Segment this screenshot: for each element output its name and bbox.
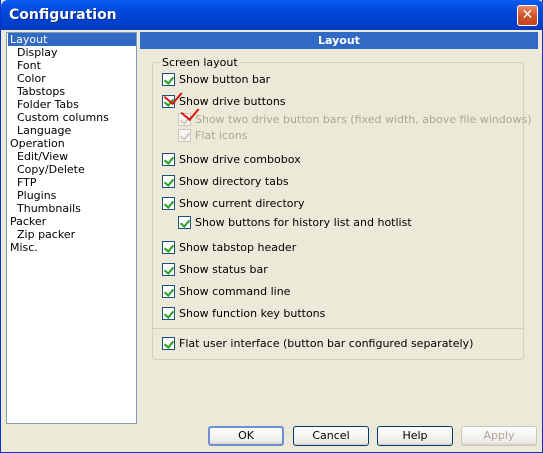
- close-icon[interactable]: ✕: [517, 5, 538, 26]
- tree-item-display[interactable]: Display: [15, 46, 60, 59]
- checkbox-box[interactable]: [178, 216, 191, 229]
- configuration-window: Configuration ✕ Layout Display Font Colo…: [0, 0, 543, 453]
- checkbox-label: Show directory tabs: [179, 175, 289, 188]
- checkbox-box[interactable]: [162, 337, 175, 350]
- checkbox-label: Show buttons for history list and hotlis…: [195, 216, 412, 229]
- group-title: Screen layout: [159, 56, 241, 69]
- checkbox-box[interactable]: [162, 263, 175, 276]
- checkbox-box[interactable]: [162, 241, 175, 254]
- tree-item-zip-packer[interactable]: Zip packer: [15, 228, 77, 241]
- tree-item-ftp[interactable]: FTP: [15, 176, 39, 189]
- window-title: Configuration: [9, 7, 117, 23]
- checkbox-label: Show status bar: [179, 263, 268, 276]
- apply-button[interactable]: Apply: [461, 426, 537, 446]
- checkbox-box[interactable]: [162, 175, 175, 188]
- tree-item-layout[interactable]: Layout: [8, 33, 136, 46]
- checkbox-label: Flat user interface (button bar configur…: [179, 337, 474, 350]
- checkbox-label: Show current directory: [179, 197, 305, 210]
- checkbox-box[interactable]: [178, 129, 191, 142]
- checkbox-label: Show tabstop header: [179, 241, 297, 254]
- tree-item-font[interactable]: Font: [15, 59, 43, 72]
- checkbox-box[interactable]: [162, 285, 175, 298]
- tree-item-edit-view[interactable]: Edit/View: [15, 150, 70, 163]
- title-bar[interactable]: Configuration ✕: [1, 0, 543, 30]
- checkbox-label: Flat icons: [195, 129, 248, 142]
- tree-item-custom-columns[interactable]: Custom columns: [15, 111, 111, 124]
- tree-item-copy-delete[interactable]: Copy/Delete: [15, 163, 87, 176]
- checkbox-label: Show command line: [179, 285, 291, 298]
- checkbox-label: Show drive combobox: [179, 153, 301, 166]
- tree-item-plugins[interactable]: Plugins: [15, 189, 58, 202]
- checkbox-box[interactable]: [162, 197, 175, 210]
- checkbox-box[interactable]: [162, 307, 175, 320]
- panel-header: Layout: [140, 32, 538, 49]
- checkbox-box[interactable]: [162, 153, 175, 166]
- tree-item-language[interactable]: Language: [15, 124, 73, 137]
- tree-item-misc[interactable]: Misc.: [8, 241, 40, 254]
- checkbox-label: Show function key buttons: [179, 307, 326, 320]
- tree-item-tabstops[interactable]: Tabstops: [15, 85, 67, 98]
- tree-item-packer[interactable]: Packer: [8, 215, 48, 228]
- checkbox-label: Show two drive button bars (fixed width,…: [195, 113, 532, 126]
- tree-item-operation[interactable]: Operation: [8, 137, 67, 150]
- checkbox-box[interactable]: [162, 73, 175, 86]
- ok-button[interactable]: OK: [208, 426, 284, 446]
- group-divider: [153, 328, 523, 329]
- tree-item-color[interactable]: Color: [15, 72, 48, 85]
- cancel-button[interactable]: Cancel: [293, 426, 369, 446]
- category-tree[interactable]: Layout Display Font Color Tabstops Folde…: [6, 32, 137, 424]
- tree-item-folder-tabs[interactable]: Folder Tabs: [15, 98, 81, 111]
- checkbox-label: Show button bar: [179, 73, 271, 86]
- help-button[interactable]: Help: [377, 426, 453, 446]
- tree-item-thumbnails[interactable]: Thumbnails: [15, 202, 83, 215]
